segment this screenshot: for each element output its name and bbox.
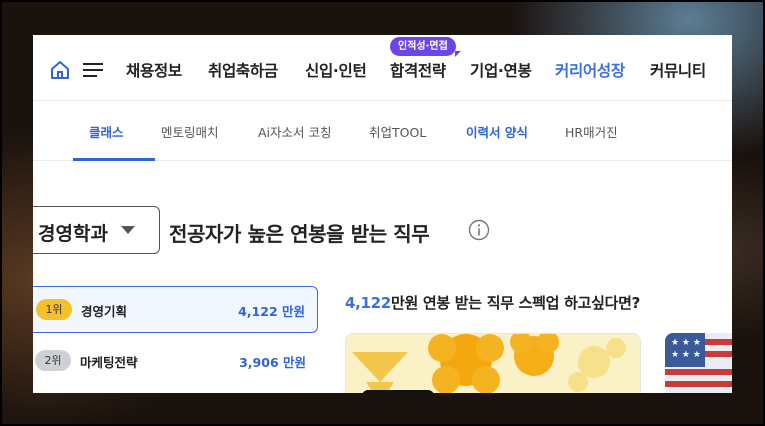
promo-title-text: 만원 연봉 받는 직무 스펙업 하고싶다면? — [390, 294, 640, 312]
browser-viewport: 채용정보 취업축하금 신입·인턴 합격전략 기업·연봉 커리어성장 커뮤니티 인… — [33, 35, 732, 393]
rank-badge: 2위 — [35, 350, 71, 371]
nav-item-pass-strategy[interactable]: 합격전략 — [390, 59, 446, 81]
aptitude-interview-badge: 인적성·면접 — [390, 37, 456, 56]
page-heading: 전공자가 높은 연봉을 받는 직무 — [169, 222, 430, 246]
ranking-row[interactable]: 2위 마케팅전략 3,906 만원 — [33, 338, 318, 385]
job-salary: 3,906 만원 — [239, 355, 306, 370]
nav-item-bonus[interactable]: 취업축하금 — [208, 59, 278, 81]
rank-badge: 1위 — [36, 299, 72, 320]
tab-class[interactable]: 클래스 — [89, 122, 124, 141]
promo-card-flowers[interactable] — [345, 333, 641, 393]
major-dropdown[interactable]: 경영학과 — [33, 206, 160, 254]
nav-item-newcomer-intern[interactable]: 신입·인턴 — [305, 59, 367, 81]
promo-salary-number: 4,122 — [345, 294, 391, 312]
tab-resume-template[interactable]: 이력서 양식 — [466, 122, 528, 141]
svg-text:★ ★ ★: ★ ★ ★ — [671, 350, 701, 360]
tab-mentoring-match[interactable]: 멘토링매치 — [161, 122, 219, 141]
promo-card-flag[interactable]: ★ ★ ★ ★ ★ ★ — [665, 333, 732, 393]
job-name: 마케팅전략 — [80, 355, 138, 370]
caret-down-icon — [121, 226, 135, 234]
tab-job-tool[interactable]: 취업TOOL — [369, 122, 426, 141]
promo-title: 4,122만원 연봉 받는 직무 스펙업 하고싶다면? — [345, 292, 640, 313]
nav-item-company-salary[interactable]: 기업·연봉 — [470, 59, 532, 81]
flower-pattern-illustration — [352, 334, 626, 393]
job-salary: 4,122 만원 — [238, 304, 305, 319]
tab-hr-magazine[interactable]: HR매거진 — [565, 122, 618, 141]
flag-illustration: ★ ★ ★ ★ ★ ★ — [665, 333, 732, 393]
major-dropdown-value: 경영학과 — [38, 223, 108, 245]
info-icon[interactable] — [468, 219, 490, 241]
nav-item-career-growth[interactable]: 커리어성장 — [555, 59, 625, 81]
active-tab-underline — [73, 158, 155, 161]
tab-ai-resume-coaching[interactable]: Ai자소서 코칭 — [258, 122, 332, 141]
nav-item-jobs[interactable]: 채용정보 — [126, 59, 182, 81]
svg-text:★ ★ ★: ★ ★ ★ — [671, 338, 701, 348]
top-navigation: 채용정보 취업축하금 신입·인턴 합격전략 기업·연봉 커리어성장 커뮤니티 인… — [33, 35, 732, 101]
badge-tail — [455, 51, 461, 57]
sub-navigation: 클래스 멘토링매치 Ai자소서 코칭 취업TOOL 이력서 양식 HR매거진 — [33, 101, 732, 161]
home-icon[interactable] — [49, 59, 71, 81]
ranking-row[interactable]: 1위 경영기획 4,122 만원 — [33, 286, 318, 333]
nav-item-community[interactable]: 커뮤니티 — [650, 59, 706, 81]
hamburger-menu-icon[interactable] — [82, 61, 104, 79]
job-name: 경영기획 — [81, 304, 128, 319]
